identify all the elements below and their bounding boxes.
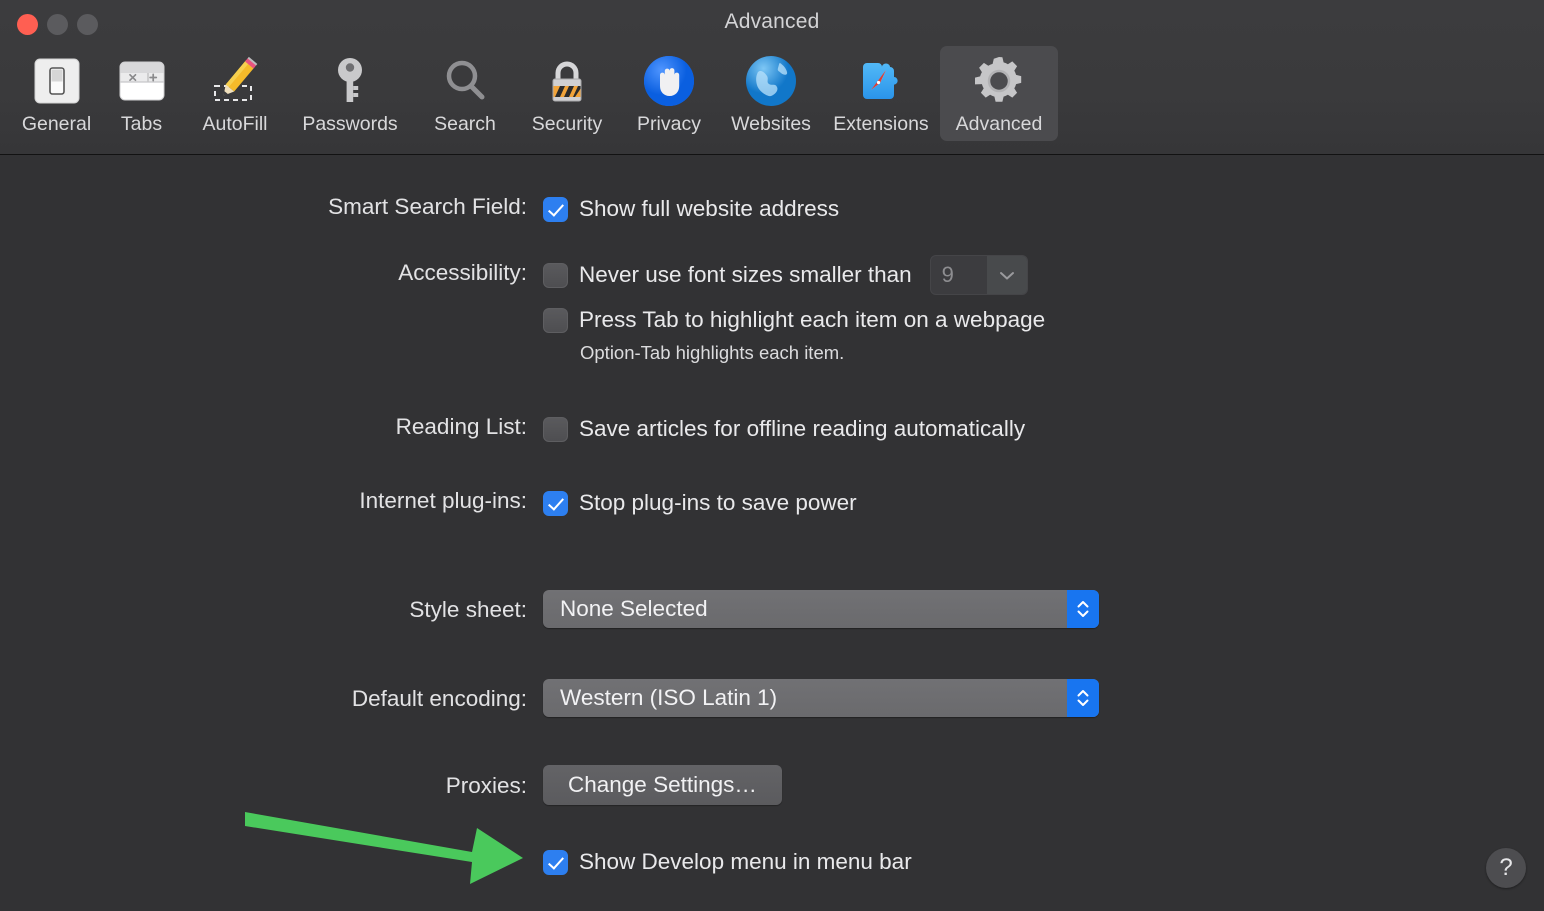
never-use-font-sizes-label: Never use font sizes smaller than [579, 262, 912, 287]
toolbar-item-security[interactable]: Security [516, 46, 618, 141]
puzzle-compass-icon [852, 52, 910, 110]
style-sheet-value: None Selected [560, 596, 708, 621]
show-full-address-checkbox[interactable] [543, 196, 568, 222]
label-reading-list: Reading List: [395, 414, 527, 439]
autofill-pencil-icon [206, 52, 264, 110]
default-encoding-popup-button[interactable]: Western (ISO Latin 1) [543, 679, 1099, 717]
minimum-font-size-value: 9 [941, 262, 954, 287]
updown-chevron-icon [1067, 679, 1099, 717]
toolbar-item-extensions[interactable]: Extensions [822, 46, 940, 141]
hand-icon [640, 52, 698, 110]
row-reading-list: Reading List: Save articles for offline … [0, 412, 1025, 446]
change-settings-button[interactable]: Change Settings… [543, 765, 782, 805]
toolbar-item-tabs[interactable]: Tabs [99, 46, 184, 141]
reading-list-checkbox-row[interactable]: Save articles for offline reading automa… [543, 412, 1025, 446]
general-switch-icon [28, 52, 86, 110]
advanced-settings-panel: Smart Search Field: Show full website ad… [0, 155, 1544, 911]
label-smart-search-field: Smart Search Field: [328, 194, 527, 219]
develop-menu-checkbox[interactable] [543, 849, 568, 875]
internet-plugins-checkbox-row[interactable]: Stop plug-ins to save power [543, 486, 857, 520]
updown-chevron-icon [1067, 590, 1099, 628]
toolbar-label-search: Search [434, 113, 496, 135]
stop-plugins-save-power-label: Stop plug-ins to save power [579, 490, 857, 515]
press-tab-highlight-label: Press Tab to highlight each item on a we… [579, 307, 1046, 332]
toolbar-label-privacy: Privacy [637, 113, 701, 135]
row-smart-search-field: Smart Search Field: Show full website ad… [0, 192, 839, 226]
row-style-sheet: Style sheet: None Selected [0, 590, 1099, 628]
help-button[interactable]: ? [1486, 848, 1526, 888]
toolbar-label-autofill: AutoFill [202, 113, 268, 135]
row-accessibility: Accessibility: Never use font sizes smal… [0, 255, 1045, 364]
title-bar: Advanced General Tabs AutoFill Passwords… [0, 0, 1544, 155]
label-accessibility: Accessibility: [398, 260, 527, 285]
toolbar-item-advanced[interactable]: Advanced [940, 46, 1058, 141]
save-articles-offline-label: Save articles for offline reading automa… [579, 416, 1026, 441]
label-style-sheet: Style sheet: [409, 596, 527, 622]
row-proxies: Proxies: Change Settings… [0, 765, 782, 805]
label-default-encoding: Default encoding: [351, 685, 527, 711]
press-tab-highlight-checkbox[interactable] [543, 307, 568, 333]
preferences-toolbar: General Tabs AutoFill Passwords Search S… [14, 46, 1058, 141]
style-sheet-popup-button[interactable]: None Selected [543, 590, 1099, 628]
default-encoding-value: Western (ISO Latin 1) [560, 685, 778, 710]
row-develop-menu: Show Develop menu in menu bar [0, 845, 912, 879]
toolbar-label-websites: Websites [731, 113, 811, 135]
row-default-encoding: Default encoding: Western (ISO Latin 1) [0, 679, 1099, 717]
save-articles-offline-checkbox[interactable] [543, 416, 568, 442]
window-title: Advanced [724, 10, 820, 33]
stop-plugins-save-power-checkbox[interactable] [543, 490, 568, 516]
develop-menu-label: Show Develop menu in menu bar [579, 849, 912, 874]
develop-menu-checkbox-row[interactable]: Show Develop menu in menu bar [543, 845, 912, 879]
magnifier-icon [436, 52, 494, 110]
tabs-icon [113, 52, 171, 110]
gear-icon [970, 52, 1028, 110]
accessibility-help-text: Option-Tab highlights each item. [580, 342, 845, 363]
toolbar-item-search[interactable]: Search [414, 46, 516, 141]
tab-highlight-checkbox-row[interactable]: Press Tab to highlight each item on a we… [543, 303, 1045, 337]
row-internet-plugins: Internet plug-ins: Stop plug-ins to save… [0, 486, 857, 520]
toolbar-item-autofill[interactable]: AutoFill [184, 46, 286, 141]
minimum-font-size-stepper[interactable]: 9 [929, 255, 1028, 295]
toolbar-item-passwords[interactable]: Passwords [286, 46, 414, 141]
toolbar-item-privacy[interactable]: Privacy [618, 46, 720, 141]
toolbar-item-general[interactable]: General [14, 46, 99, 141]
font-size-checkbox-row[interactable]: Never use font sizes smaller than 9 [543, 255, 1045, 295]
padlock-icon [538, 52, 596, 110]
chevron-down-icon[interactable] [986, 256, 1027, 294]
label-proxies: Proxies: [445, 772, 527, 798]
label-internet-plugins: Internet plug-ins: [359, 488, 527, 513]
globe-icon [742, 52, 800, 110]
toolbar-label-general: General [21, 113, 92, 135]
toolbar-label-security: Security [531, 113, 603, 135]
toolbar-label-passwords: Passwords [302, 113, 398, 135]
toolbar-item-websites[interactable]: Websites [720, 46, 822, 141]
preferences-window: Advanced General Tabs AutoFill Passwords… [0, 0, 1544, 911]
never-use-font-sizes-checkbox[interactable] [543, 262, 568, 288]
toolbar-label-tabs: Tabs [120, 113, 163, 135]
toolbar-label-advanced: Advanced [955, 113, 1043, 135]
key-icon [321, 52, 379, 110]
show-full-address-label: Show full website address [579, 196, 840, 221]
smart-search-checkbox-row[interactable]: Show full website address [543, 192, 839, 226]
toolbar-label-extensions: Extensions [833, 113, 929, 135]
